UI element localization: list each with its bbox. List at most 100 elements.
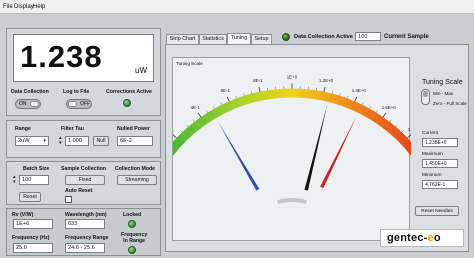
current-sample-field: 100 [355,32,381,41]
gauge-color-arc [173,88,411,156]
gauge-major-tick [407,134,411,139]
filter-tau-stepper[interactable]: ▴ ▾ [59,136,62,146]
needle-current [304,104,328,191]
log-to-file-label: Log to File [63,89,90,95]
data-collection-toggle[interactable]: ON [15,99,41,109]
menu-help[interactable]: Help [33,4,45,10]
gauge-minor-tick [220,102,223,105]
reset-button[interactable]: Reset [19,192,41,202]
gauge-tick-label: 2E-1 [173,127,174,132]
needle-minimum [217,120,260,191]
log-to-file-toggle[interactable]: OFF [66,99,92,109]
power-display-box: 1.238 uW Data Collection ON Log to File … [6,28,161,116]
gauge-major-tick [323,86,326,92]
tab-tuning[interactable]: Tuning [227,33,251,44]
current-sample-label: Current Sample [384,34,429,40]
gauge-minor-tick [243,93,245,96]
log-to-file-state: OFF [80,101,90,107]
rv-label: Rv (V/W) [12,212,34,218]
gauge-tick-label: 1E+0 [287,75,298,80]
current-label: Current [422,131,438,136]
batch-size-stepper[interactable]: ▴ ▾ [13,175,16,185]
settings-box: Rv (V/W) 1E+6 Wavelength (nm) 633 Locked… [6,208,161,256]
toggle-knob [30,101,39,107]
batch-box: Batch Size ▴ ▾ 100 Sample Collection Fixe… [6,161,161,205]
gauge-minor-tick [361,102,364,105]
gauge-major-tick [382,112,387,118]
frequency-field: 25.0 [13,243,53,253]
auto-reset-checkbox[interactable] [65,196,72,203]
chevron-down-icon: ▾ [43,138,46,144]
batch-size-field[interactable]: 100 [19,175,49,185]
frequency-in-range-led [128,246,136,254]
menu-display[interactable]: Display [14,4,34,10]
gauge-tick-label: 8E-1 [253,78,263,83]
current-field: 1.238E+0 [422,138,458,147]
data-collection-state: ON [19,101,27,107]
range-label: Range [15,126,31,132]
needle-maximum [320,115,357,189]
option-min-max[interactable]: Min - Max [433,91,453,96]
maximum-label: Maximum [422,152,443,157]
gauge-tick-label: 1.8E+0 [408,127,411,132]
gauge-tick-label: 1.4E+0 [352,88,367,93]
locked-label: Locked [123,212,142,218]
tab-statistics[interactable]: Statistics [199,34,227,44]
gauge-minor-tick [180,130,183,133]
collection-mode-button[interactable]: Streaming [117,175,157,185]
tuning-gauge-box: Tuning Scale 02E-14E-16E-18E-11E+01.2E+0… [172,57,411,241]
data-collection-active-label: Data Collection Active [294,34,353,40]
gauge-major-tick [226,96,230,102]
gauge-major-tick [258,86,261,92]
gauge-major-tick [354,96,358,102]
tab-strip-chart[interactable]: Strip Chart [166,34,199,44]
frequency-range-label: Frequency Range [65,235,109,241]
gauge-tick-label: 4E-1 [191,105,201,110]
right-panel: Strip Chart Statistics Tuning Setup Data… [161,28,474,258]
gauge-minor-tick [401,130,404,133]
gentec-logo: gentec-eo [380,229,464,247]
reset-needles-button[interactable]: Reset Needles [415,206,459,216]
data-collection-active-led [282,33,290,41]
frequency-in-range-label: Frequency In Range [121,232,147,244]
gauge-minor-tick [251,91,253,94]
option-zero-full-scale[interactable]: Zero - Full Scale [433,101,467,106]
gauge-minor-tick [389,119,392,122]
rv-field: 1E+6 [13,219,53,229]
wavelength-label: Wavelength (nm) [65,212,107,218]
gauge-minor-tick [186,124,189,128]
filter-tau-field[interactable]: 1.000 [65,136,89,146]
minimum-field: 4.762E-1 [422,180,458,189]
sample-collection-button[interactable]: Fixed [65,175,105,185]
corrections-active-label: Corrections Active [106,89,152,95]
menu-bar: File Display Help [0,0,474,14]
data-collection-label: Data Collection [11,89,49,95]
menu-file[interactable]: File [3,4,13,10]
tuning-scale-title: Tuning Scale [422,79,463,86]
range-box: Range 2uW ▾ Filter Tau ▴ ▾ 1.000 Null Nul… [6,120,161,158]
batch-size-label: Batch Size [23,166,50,172]
tuning-tab-body: Tuning Scale 02E-14E-16E-18E-11E+01.2E+0… [165,44,469,252]
toggle-knob [68,101,77,107]
gauge-hub-arc [277,198,307,205]
range-select[interactable]: 2uW ▾ [15,136,49,146]
switch-knob [423,91,428,97]
gauge-minor-tick [369,106,371,109]
tuning-scale-switch[interactable] [421,89,430,105]
tuning-gauge: 02E-14E-16E-18E-11E+01.2E+01.4E+01.6E+01… [173,75,411,205]
tab-setup[interactable]: Setup [251,34,272,44]
frequency-range-field: 24.6 - 25.6 [65,243,105,253]
gauge-needles [217,104,357,191]
power-readout: 1.238 uW [13,34,154,82]
gauge-minor-tick [347,95,349,99]
gauge-minor-tick [376,110,378,113]
left-panel: 1.238 uW Data Collection ON Log to File … [6,28,161,256]
gauge-minor-tick [331,91,333,94]
gauge-minor-tick [206,110,208,113]
power-unit: uW [135,66,147,75]
frequency-in-range-label-line2: In Range [123,238,146,244]
gauge-minor-tick [192,119,195,122]
filter-tau-label: Filter Tau [61,126,84,132]
maximum-field: 1.450E+0 [422,159,458,168]
null-button[interactable]: Null [93,136,109,146]
